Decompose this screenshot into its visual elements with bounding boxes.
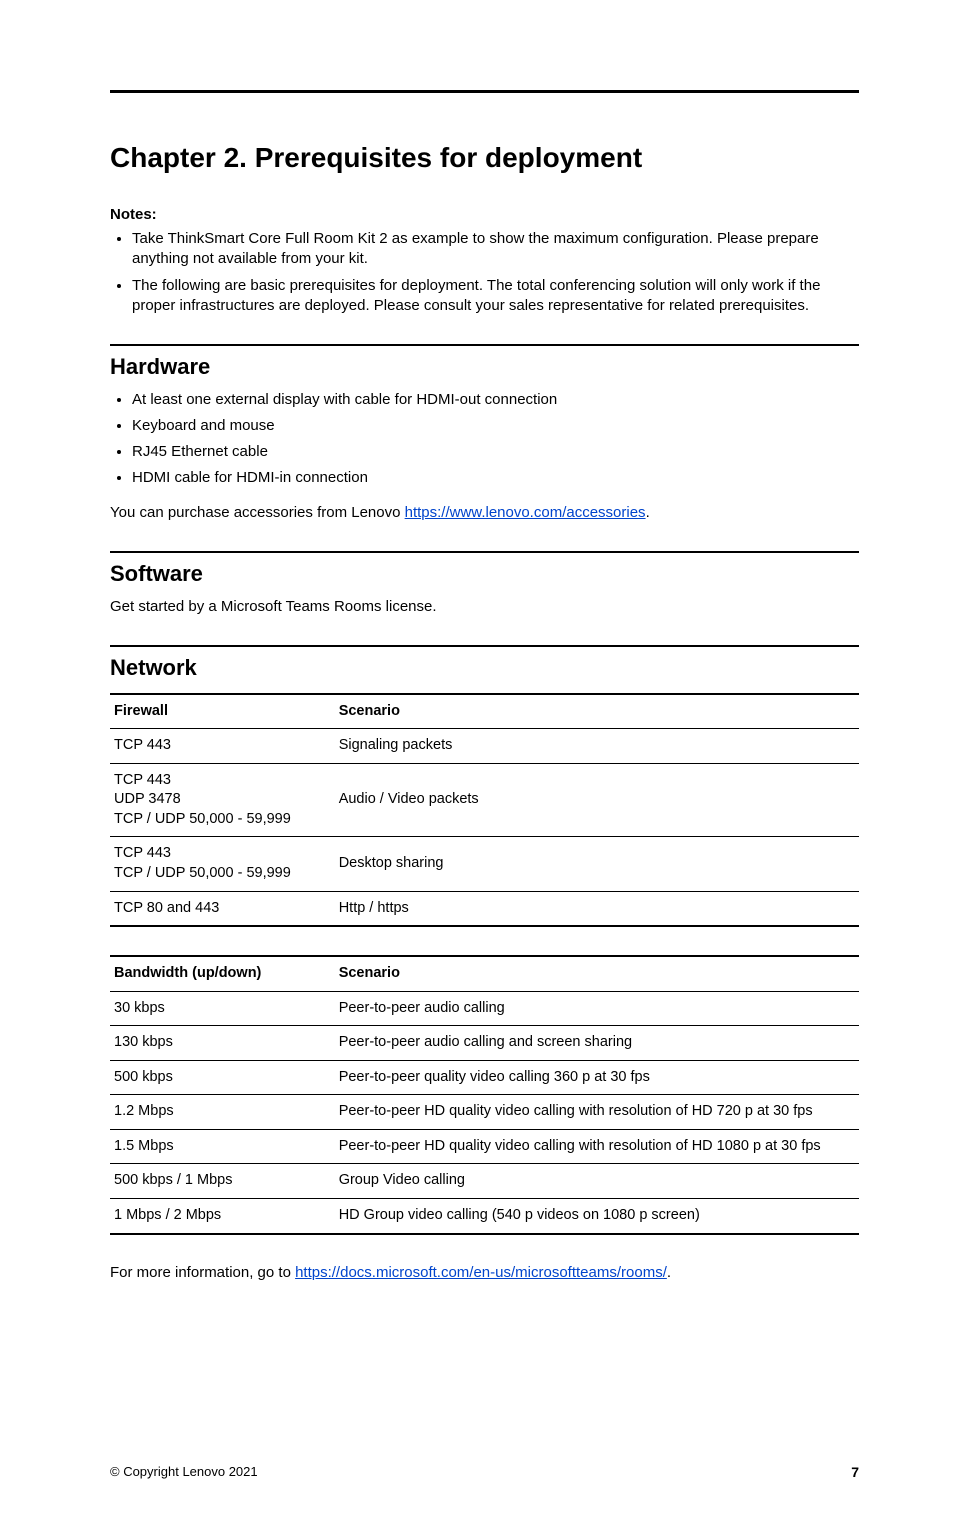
table-row: TCP 443UDP 3478TCP / UDP 50,000 - 59,999… <box>110 763 859 837</box>
copyright-text: © Copyright Lenovo 2021 <box>110 1463 258 1482</box>
accessories-link[interactable]: https://www.lenovo.com/accessories <box>405 504 646 521</box>
page-number: 7 <box>851 1463 859 1482</box>
section-rule <box>110 645 859 647</box>
table-row: TCP 443Signaling packets <box>110 729 859 764</box>
more-info-paragraph: For more information, go to https://docs… <box>110 1263 859 1283</box>
table-cell: Peer-to-peer HD quality video calling wi… <box>335 1129 859 1164</box>
scenario-col-header: Scenario <box>335 956 859 991</box>
table-row: 1 Mbps / 2 MbpsHD Group video calling (5… <box>110 1199 859 1234</box>
table-row: 1.2 MbpsPeer-to-peer HD quality video ca… <box>110 1095 859 1130</box>
table-row: TCP 80 and 443Http / https <box>110 891 859 926</box>
notes-label: Notes: <box>110 206 157 223</box>
chapter-title: Chapter 2. Prerequisites for deployment <box>110 139 859 177</box>
table-cell: Signaling packets <box>335 729 859 764</box>
firewall-col-header: Firewall <box>110 694 335 729</box>
section-rule <box>110 551 859 553</box>
hardware-list: At least one external display with cable… <box>110 390 859 489</box>
table-row: TCP 443TCP / UDP 50,000 - 59,999Desktop … <box>110 837 859 891</box>
more-info-link[interactable]: https://docs.microsoft.com/en-us/microso… <box>295 1264 667 1281</box>
table-cell: HD Group video calling (540 p videos on … <box>335 1199 859 1234</box>
table-cell: TCP 443TCP / UDP 50,000 - 59,999 <box>110 837 335 891</box>
table-cell: 1.2 Mbps <box>110 1095 335 1130</box>
hardware-heading: Hardware <box>110 352 859 382</box>
table-cell: 500 kbps <box>110 1060 335 1095</box>
hardware-item: HDMI cable for HDMI-in connection <box>132 468 859 488</box>
scenario-col-header: Scenario <box>335 694 859 729</box>
table-cell: 1 Mbps / 2 Mbps <box>110 1199 335 1234</box>
table-cell: Audio / Video packets <box>335 763 859 837</box>
hardware-item: RJ45 Ethernet cable <box>132 442 859 462</box>
page-footer: © Copyright Lenovo 2021 7 <box>110 1463 859 1482</box>
table-cell: Peer-to-peer HD quality video calling wi… <box>335 1095 859 1130</box>
notes-item: Take ThinkSmart Core Full Room Kit 2 as … <box>132 229 859 270</box>
bandwidth-col-header: Bandwidth (up/down) <box>110 956 335 991</box>
software-heading: Software <box>110 559 859 589</box>
table-cell: Peer-to-peer audio calling and screen sh… <box>335 1026 859 1061</box>
table-cell: 1.5 Mbps <box>110 1129 335 1164</box>
notes-list: Take ThinkSmart Core Full Room Kit 2 as … <box>110 229 859 316</box>
table-row: 500 kbps / 1 MbpsGroup Video calling <box>110 1164 859 1199</box>
table-cell: TCP 443 <box>110 729 335 764</box>
table-cell: 500 kbps / 1 Mbps <box>110 1164 335 1199</box>
table-row: 30 kbpsPeer-to-peer audio calling <box>110 991 859 1026</box>
table-cell: Peer-to-peer quality video calling 360 p… <box>335 1060 859 1095</box>
network-heading: Network <box>110 653 859 683</box>
table-cell: 30 kbps <box>110 991 335 1026</box>
table-cell: Peer-to-peer audio calling <box>335 991 859 1026</box>
hardware-item: At least one external display with cable… <box>132 390 859 410</box>
table-cell: Group Video calling <box>335 1164 859 1199</box>
table-cell: 130 kbps <box>110 1026 335 1061</box>
table-cell: Desktop sharing <box>335 837 859 891</box>
accessories-prefix: You can purchase accessories from Lenovo <box>110 504 405 521</box>
top-rule <box>110 90 859 93</box>
accessories-suffix: . <box>646 504 650 521</box>
more-suffix: . <box>667 1264 671 1281</box>
notes-item: The following are basic prerequisites fo… <box>132 276 859 317</box>
table-row: 130 kbpsPeer-to-peer audio calling and s… <box>110 1026 859 1061</box>
table-cell: Http / https <box>335 891 859 926</box>
firewall-table: Firewall Scenario TCP 443Signaling packe… <box>110 693 859 928</box>
table-cell: TCP 80 and 443 <box>110 891 335 926</box>
hardware-item: Keyboard and mouse <box>132 416 859 436</box>
accessories-paragraph: You can purchase accessories from Lenovo… <box>110 503 859 523</box>
table-row: 500 kbpsPeer-to-peer quality video calli… <box>110 1060 859 1095</box>
more-prefix: For more information, go to <box>110 1264 295 1281</box>
section-rule <box>110 344 859 346</box>
table-row: 1.5 MbpsPeer-to-peer HD quality video ca… <box>110 1129 859 1164</box>
table-cell: TCP 443UDP 3478TCP / UDP 50,000 - 59,999 <box>110 763 335 837</box>
software-text: Get started by a Microsoft Teams Rooms l… <box>110 597 859 617</box>
bandwidth-table: Bandwidth (up/down) Scenario 30 kbpsPeer… <box>110 955 859 1235</box>
